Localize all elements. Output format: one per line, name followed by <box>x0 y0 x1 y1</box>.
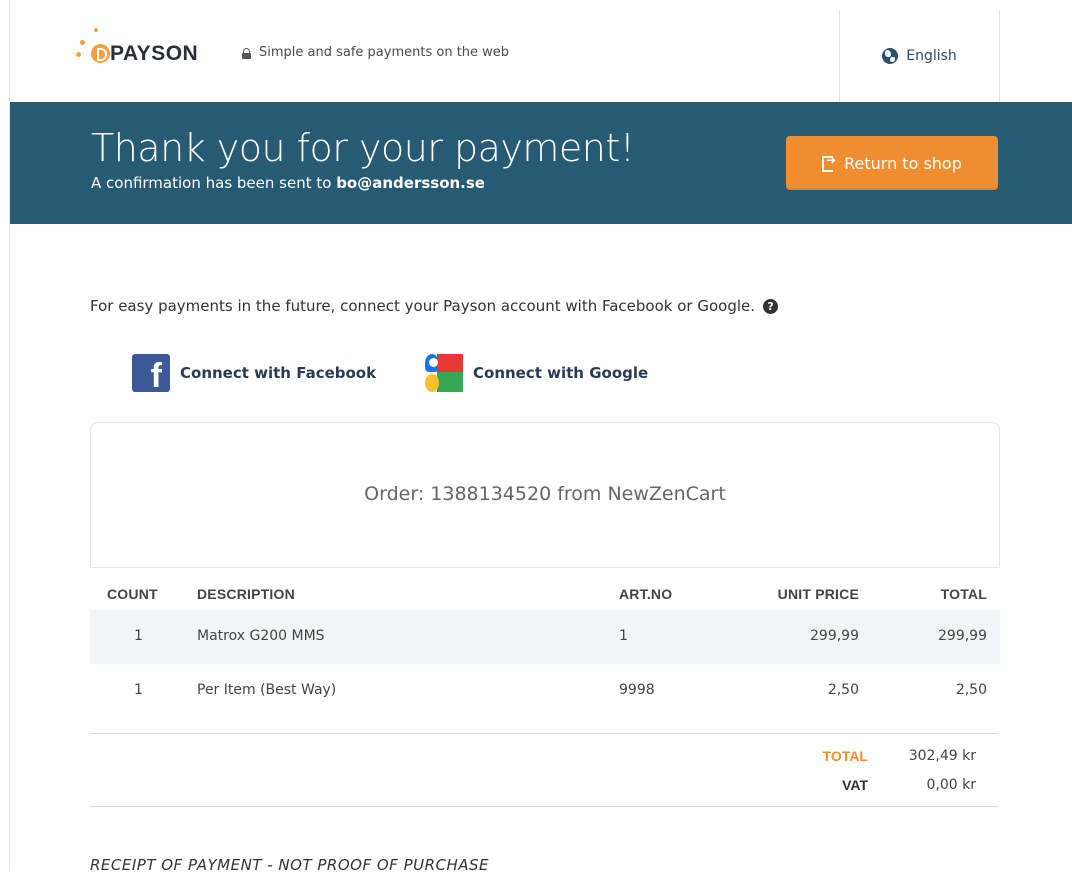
receipt-note: RECEIPT OF PAYMENT - NOT PROOF OF PURCHA… <box>90 856 490 874</box>
logo-mark-icon <box>91 44 110 63</box>
language-label: English <box>906 48 957 64</box>
column-header-unit-price: UNIT PRICE <box>777 586 859 602</box>
cell-description: Per Item (Best Way) <box>197 682 337 698</box>
order-box: Order: 1388134520 from NewZenCart <box>90 422 1000 568</box>
logo-dot <box>76 52 81 57</box>
cell-count: 1 <box>134 682 143 698</box>
cell-description: Matrox G200 MMS <box>197 628 325 644</box>
table-row: 1 Matrox G200 MMS 1 299,99 299,99 <box>90 610 1000 664</box>
header: PAYSON Simple and safe payments on the w… <box>10 10 1000 102</box>
facebook-icon <box>132 354 170 396</box>
page-title: Thank you for your payment! <box>91 126 635 170</box>
connect-google-label: Connect with Google <box>473 364 649 382</box>
help-icon[interactable]: ? <box>763 298 779 314</box>
connect-prompt: For easy payments in the future, connect… <box>90 297 779 315</box>
cell-unit-price: 2,50 <box>827 682 859 698</box>
sign-out-icon <box>822 153 836 172</box>
logo-text: PAYSON <box>110 42 199 65</box>
connect-facebook-label: Connect with Facebook <box>180 364 377 382</box>
confirmation-banner: Thank you for your payment! A confirmati… <box>10 102 1072 224</box>
return-to-shop-label: Return to shop <box>844 153 962 173</box>
connect-prompt-text: For easy payments in the future, connect… <box>90 297 756 315</box>
confirmation-text: A confirmation has been sent to <box>91 174 337 192</box>
cell-artno: 1 <box>619 628 628 644</box>
language-selector[interactable]: English <box>839 10 1000 102</box>
payson-logo[interactable]: PAYSON <box>72 24 222 80</box>
cell-total: 299,99 <box>938 628 987 644</box>
summary-divider-top <box>90 733 998 734</box>
globe-icon <box>882 48 899 64</box>
order-table: COUNT DESCRIPTION ART.NO UNIT PRICE TOTA… <box>90 567 1000 718</box>
lock-icon <box>242 47 251 59</box>
table-row: 1 Per Item (Best Way) 9998 2,50 2,50 <box>90 664 1000 718</box>
column-header-count: COUNT <box>107 586 158 602</box>
cell-count: 1 <box>134 628 143 644</box>
tagline: Simple and safe payments on the web <box>242 45 509 60</box>
confirmation-subtitle: A confirmation has been sent to bo@ander… <box>91 174 485 192</box>
logo-dot <box>94 28 98 32</box>
cell-artno: 9998 <box>619 682 655 698</box>
tagline-text: Simple and safe payments on the web <box>259 45 510 60</box>
column-header-total: TOTAL <box>940 586 987 602</box>
cell-unit-price: 299,99 <box>810 628 859 644</box>
column-header-description: DESCRIPTION <box>197 586 295 602</box>
summary-vat-value: 0,00 kr <box>926 777 977 793</box>
connect-google-button[interactable]: Connect with Google <box>425 354 648 392</box>
logo-dot <box>80 40 85 45</box>
return-to-shop-button[interactable]: Return to shop <box>786 136 998 190</box>
confirmation-email: bo@andersson.se <box>336 174 485 192</box>
order-title: Order: 1388134520 from NewZenCart <box>364 483 726 505</box>
table-header-row: COUNT DESCRIPTION ART.NO UNIT PRICE TOTA… <box>90 567 1000 610</box>
summary-divider-bottom <box>90 806 998 807</box>
summary-total-value: 302,49 kr <box>908 748 976 764</box>
summary-total-label: TOTAL <box>822 748 868 764</box>
column-header-artno: ART.NO <box>619 586 673 602</box>
connect-facebook-button[interactable]: Connect with Facebook <box>132 354 377 396</box>
google-icon <box>425 354 463 392</box>
cell-total: 2,50 <box>955 682 987 698</box>
summary-vat-label: VAT <box>842 777 868 793</box>
